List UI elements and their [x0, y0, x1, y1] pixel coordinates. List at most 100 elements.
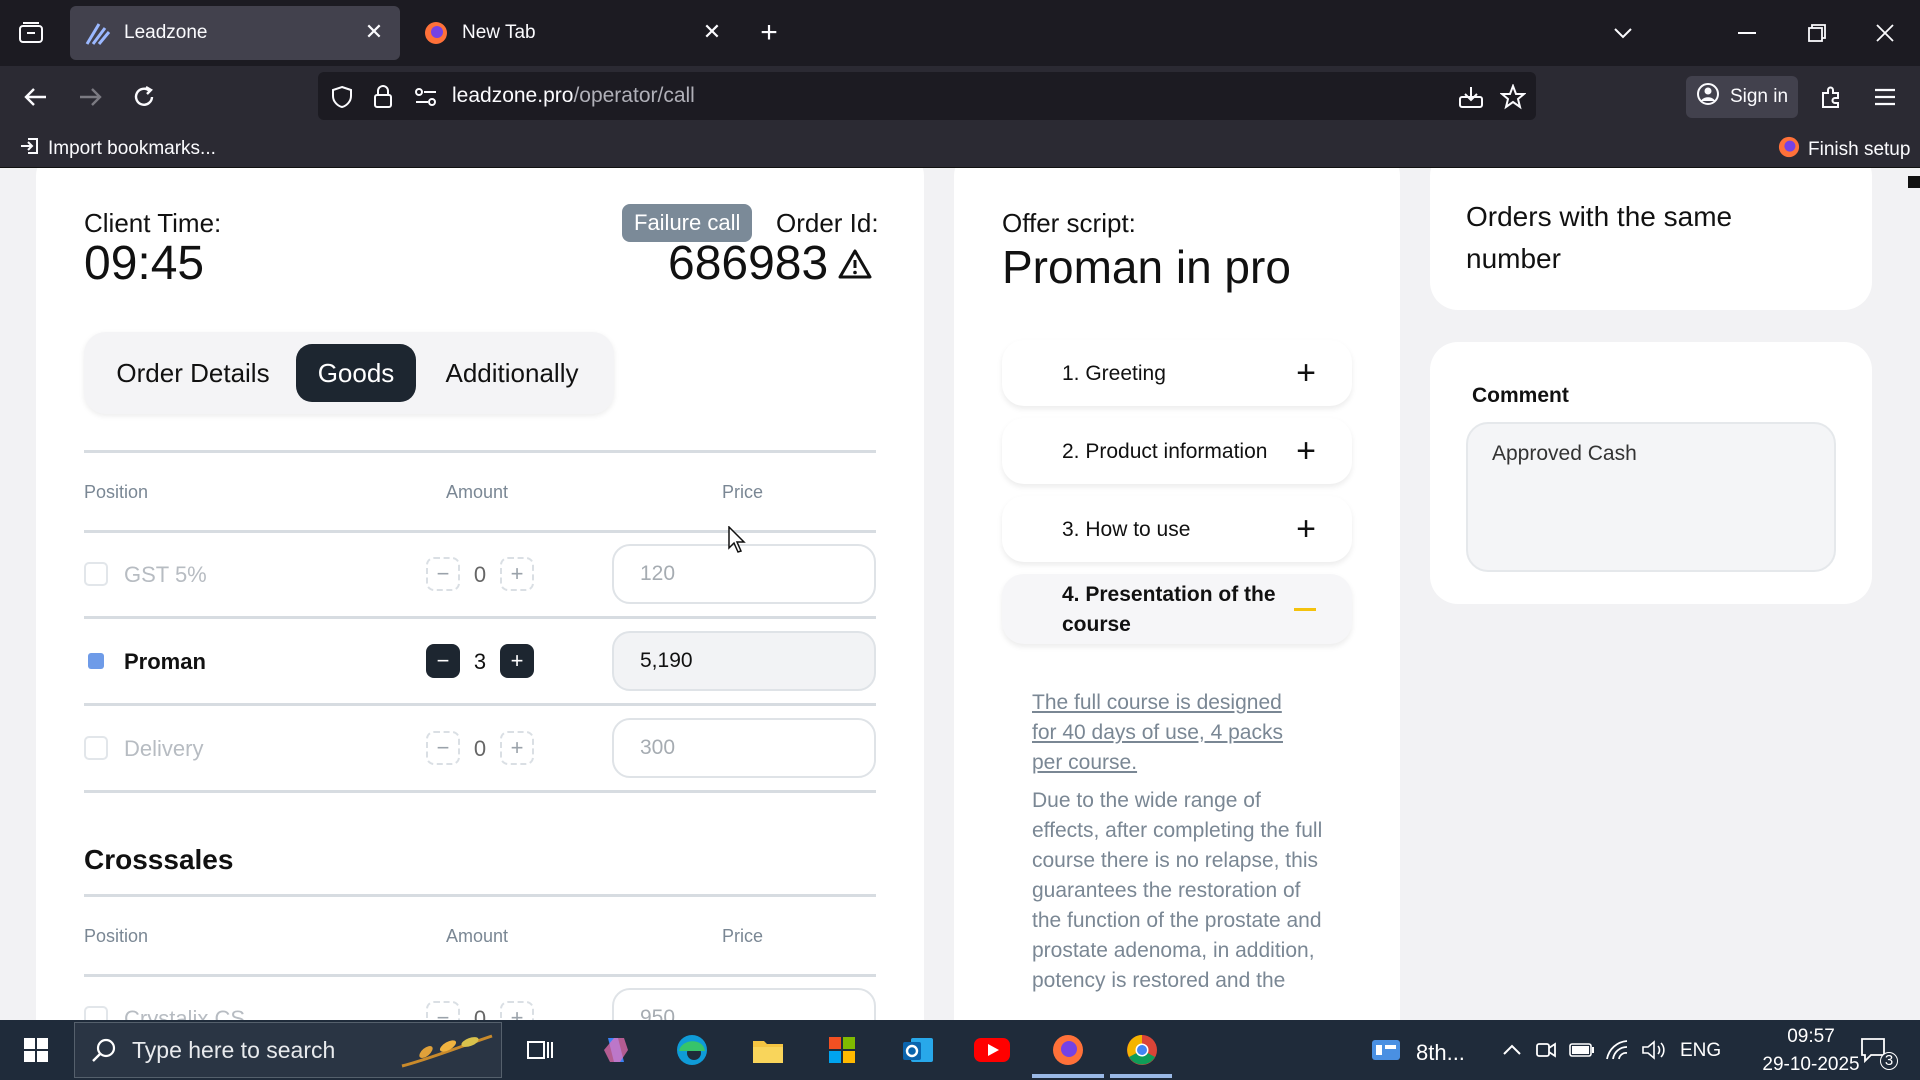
orders-same-number-title: Orders with the same number — [1466, 201, 1733, 274]
price-input[interactable]: 5,190 — [612, 631, 876, 691]
plus-icon[interactable]: + — [1296, 512, 1316, 546]
row-name: Delivery — [124, 736, 204, 761]
tab-leadzone[interactable]: Leadzone ✕ — [70, 6, 400, 60]
warning-triangle-icon[interactable] — [838, 236, 872, 291]
outlook-icon[interactable] — [898, 1030, 938, 1070]
column-header-position: Position — [84, 482, 149, 502]
windows-start-icon[interactable] — [16, 1030, 56, 1070]
list-all-tabs-chevron-down-icon[interactable] — [1606, 16, 1640, 50]
row-checkbox[interactable] — [84, 562, 108, 586]
order-tabs: Order Details Goods Additionally — [84, 332, 614, 414]
file-explorer-icon[interactable] — [748, 1030, 788, 1070]
minimize-icon[interactable] — [1730, 16, 1764, 50]
tab-label: New Tab — [462, 22, 536, 43]
forward-arrow-icon[interactable] — [72, 80, 108, 114]
tab-goods[interactable]: Goods — [296, 344, 416, 402]
price-input[interactable]: 950 — [612, 988, 876, 1020]
script-section-label: 3. How to use — [1062, 518, 1191, 541]
minus-icon[interactable] — [1294, 608, 1316, 611]
finish-setup-link[interactable]: Finish setup — [1778, 136, 1910, 164]
plus-icon[interactable]: + — [1296, 356, 1316, 390]
bookmark-star-icon[interactable] — [1496, 80, 1530, 114]
chrome-open-indicator — [1110, 1074, 1172, 1078]
clock-date[interactable]: 29-10-2025 — [1760, 1054, 1862, 1076]
edge-icon[interactable] — [672, 1030, 712, 1070]
divider — [84, 450, 876, 453]
volume-icon[interactable] — [1634, 1030, 1674, 1070]
close-window-icon[interactable] — [1868, 16, 1902, 50]
tab-additionally[interactable]: Additionally — [422, 344, 602, 402]
meet-now-icon[interactable] — [1526, 1030, 1566, 1070]
increment-button[interactable]: + — [500, 1001, 534, 1020]
import-bookmarks-link[interactable]: Import bookmarks... — [20, 136, 216, 162]
row-quantity: 3 — [473, 649, 487, 674]
column-header-amount: Amount — [446, 482, 509, 502]
lock-icon[interactable] — [368, 80, 398, 114]
order-id: 686983 — [668, 236, 872, 291]
increment-button[interactable]: + — [500, 644, 534, 678]
increment-button[interactable]: + — [500, 731, 534, 765]
script-section-label: 2. Product information — [1062, 440, 1268, 463]
task-view-icon[interactable] — [520, 1030, 560, 1070]
new-tab-plus-icon[interactable]: + — [752, 16, 786, 50]
comment-textarea[interactable]: Approved Cash — [1466, 422, 1836, 572]
plus-icon[interactable]: + — [1296, 434, 1316, 468]
notification-count-badge: 3 — [1880, 1052, 1898, 1070]
client-time-label: Client Time: — [84, 208, 222, 238]
chrome-icon[interactable] — [1122, 1030, 1162, 1070]
divider — [84, 790, 876, 793]
tab-label: Leadzone — [124, 22, 208, 43]
hamburger-menu-icon[interactable] — [1868, 80, 1902, 114]
microsoft-store-icon[interactable] — [822, 1030, 862, 1070]
url-text[interactable]: leadzone.pro/operator/call — [452, 84, 695, 108]
wifi-icon[interactable] — [1598, 1030, 1638, 1070]
site-permissions-icon[interactable] — [410, 80, 442, 114]
decrement-button[interactable]: − — [426, 1001, 460, 1020]
restore-window-icon[interactable] — [1800, 16, 1834, 50]
firefox-icon[interactable] — [1048, 1030, 1088, 1070]
reload-icon[interactable] — [126, 80, 162, 114]
firefox-favicon-icon — [422, 19, 450, 47]
script-section-presentation[interactable]: 4. Presentation of the course — [1002, 574, 1352, 644]
script-section-product-information[interactable]: 2. Product information + — [1002, 418, 1352, 484]
decrement-button[interactable]: − — [426, 644, 460, 678]
script-section-label: 1. Greeting — [1062, 362, 1166, 385]
order-id-value: 686983 — [668, 237, 829, 290]
battery-icon[interactable] — [1562, 1030, 1602, 1070]
script-section-how-to-use[interactable]: 3. How to use + — [1002, 496, 1352, 562]
order-id-label: Order Id: — [776, 208, 879, 238]
sign-in-button[interactable]: Sign in — [1686, 76, 1798, 118]
firefox-active-indicator — [1032, 1074, 1104, 1078]
tab-list-icon[interactable] — [14, 16, 48, 50]
tab-order-details[interactable]: Order Details — [98, 344, 288, 402]
clock-time[interactable]: 09:57 — [1760, 1026, 1862, 1048]
close-icon[interactable]: ✕ — [362, 20, 386, 44]
extensions-puzzle-icon[interactable] — [1814, 80, 1848, 114]
row-checkbox[interactable] — [84, 1006, 108, 1020]
copilot-icon[interactable] — [596, 1030, 636, 1070]
tracking-shield-icon[interactable] — [326, 80, 358, 114]
row-checkbox[interactable] — [84, 736, 108, 760]
script-course-link[interactable]: The full course is designed for 40 days … — [1032, 688, 1312, 778]
scrollbar-thumb[interactable] — [1908, 176, 1920, 188]
price-input[interactable]: 300 — [612, 718, 876, 778]
weather-widget-icon[interactable] — [1366, 1030, 1406, 1070]
language-indicator[interactable]: ENG — [1680, 1040, 1721, 1062]
divider — [84, 530, 876, 533]
increment-button[interactable]: + — [500, 557, 534, 591]
script-body-text: Due to the wide range of effects, after … — [1032, 789, 1323, 992]
tab-new-tab[interactable]: New Tab ✕ — [408, 6, 738, 60]
close-icon[interactable]: ✕ — [700, 20, 724, 44]
leadzone-favicon-icon — [84, 19, 112, 47]
script-section-greeting[interactable]: 1. Greeting + — [1002, 340, 1352, 406]
decrement-button[interactable]: − — [426, 731, 460, 765]
youtube-icon[interactable] — [972, 1030, 1012, 1070]
decrement-button[interactable]: − — [426, 557, 460, 591]
row-name: GST 5% — [124, 562, 207, 587]
import-icon — [20, 136, 40, 162]
row-checkbox[interactable] — [84, 649, 108, 673]
row-name: Proman — [124, 649, 206, 674]
download-icon[interactable] — [1454, 80, 1488, 114]
back-arrow-icon[interactable] — [18, 80, 54, 114]
weather-widget-text[interactable]: 8th... — [1416, 1040, 1465, 1066]
